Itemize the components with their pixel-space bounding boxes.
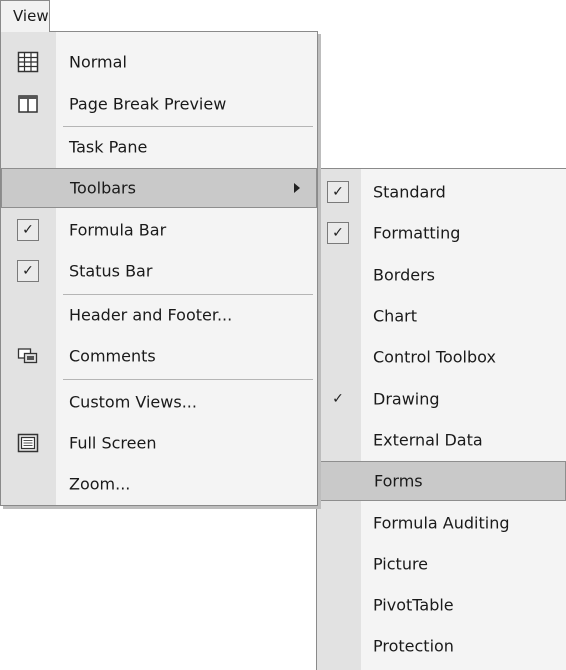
submenu-item-standard[interactable]: ✓ Standard bbox=[317, 172, 566, 212]
submenu-item-label: Forms bbox=[374, 471, 423, 491]
menu-item-task-pane[interactable]: Task Pane bbox=[1, 127, 317, 167]
menu-item-zoom[interactable]: Zoom... bbox=[1, 464, 317, 504]
submenu-item-chart[interactable]: Chart bbox=[317, 296, 566, 336]
menu-item-custom-views[interactable]: Custom Views... bbox=[1, 382, 317, 422]
menu-item-label: Full Screen bbox=[69, 433, 157, 453]
view-menu-title[interactable]: View bbox=[0, 0, 50, 32]
menu-item-page-break-preview[interactable]: Page Break Preview bbox=[1, 84, 317, 124]
view-menu-title-label: View bbox=[13, 7, 49, 25]
menu-item-label: Task Pane bbox=[69, 137, 148, 157]
menu-item-normal[interactable]: Normal bbox=[1, 42, 317, 82]
menu-item-status-bar[interactable]: ✓ Status Bar bbox=[1, 251, 317, 291]
submenu-item-label: Standard bbox=[373, 182, 446, 202]
menu-item-formula-bar[interactable]: ✓ Formula Bar bbox=[1, 210, 317, 250]
submenu-item-label: Protection bbox=[373, 636, 454, 656]
submenu-item-formula-auditing[interactable]: Formula Auditing bbox=[317, 503, 566, 543]
menu-item-header-and-footer[interactable]: Header and Footer... bbox=[1, 295, 317, 335]
normal-view-icon bbox=[17, 51, 39, 73]
menu-item-label: Comments bbox=[69, 346, 156, 366]
full-screen-icon bbox=[17, 432, 39, 454]
menu-item-label: Status Bar bbox=[69, 261, 153, 281]
submenu-item-label: Formatting bbox=[373, 223, 461, 243]
submenu-item-label: Borders bbox=[373, 265, 435, 285]
view-menu-dropdown: Normal Page Break Preview Task Pane Tool… bbox=[0, 31, 318, 506]
status-bar-check-icon: ✓ bbox=[17, 260, 39, 282]
submenu-item-control-toolbox[interactable]: Control Toolbox bbox=[317, 337, 566, 377]
submenu-item-label: Control Toolbox bbox=[373, 347, 496, 367]
submenu-item-drawing[interactable]: ✓ Drawing bbox=[317, 379, 566, 419]
submenu-item-formatting[interactable]: ✓ Formatting bbox=[317, 213, 566, 253]
menu-item-full-screen[interactable]: Full Screen bbox=[1, 423, 317, 463]
submenu-item-external-data[interactable]: External Data bbox=[317, 420, 566, 460]
submenu-item-label: PivotTable bbox=[373, 595, 454, 615]
menu-item-label: Custom Views... bbox=[69, 392, 197, 412]
submenu-item-forms[interactable]: Forms bbox=[317, 461, 566, 501]
submenu-item-label: Picture bbox=[373, 554, 429, 574]
menu-item-label: Formula Bar bbox=[69, 220, 167, 240]
submenu-item-label: Drawing bbox=[373, 389, 440, 409]
formatting-check-icon: ✓ bbox=[327, 222, 349, 244]
submenu-item-pivottable[interactable]: PivotTable bbox=[317, 585, 566, 625]
menu-separator bbox=[63, 379, 313, 380]
page-break-preview-icon bbox=[17, 93, 39, 115]
menu-item-label: Page Break Preview bbox=[69, 94, 227, 114]
formula-bar-check-icon: ✓ bbox=[17, 219, 39, 241]
comments-icon bbox=[17, 345, 39, 367]
submenu-item-picture[interactable]: Picture bbox=[317, 544, 566, 584]
toolbars-submenu: ✓ Standard ✓ Formatting Borders Chart Co… bbox=[316, 168, 566, 670]
submenu-arrow-icon bbox=[294, 183, 300, 193]
menu-item-label: Header and Footer... bbox=[69, 305, 233, 325]
menu-item-label: Toolbars bbox=[70, 178, 136, 198]
screen: View ✓ Standard ✓ Formatting Borders Cha… bbox=[0, 0, 566, 670]
menu-item-label: Zoom... bbox=[69, 474, 131, 494]
menu-item-comments[interactable]: Comments bbox=[1, 336, 317, 376]
submenu-item-label: External Data bbox=[373, 430, 483, 450]
menu-item-label: Normal bbox=[69, 52, 127, 72]
submenu-item-borders[interactable]: Borders bbox=[317, 255, 566, 295]
submenu-item-protection[interactable]: Protection bbox=[317, 626, 566, 666]
standard-check-icon: ✓ bbox=[327, 181, 349, 203]
submenu-item-label: Chart bbox=[373, 306, 417, 326]
submenu-item-label: Formula Auditing bbox=[373, 513, 510, 533]
menu-item-toolbars[interactable]: Toolbars bbox=[1, 168, 317, 208]
drawing-check-icon: ✓ bbox=[332, 391, 344, 407]
